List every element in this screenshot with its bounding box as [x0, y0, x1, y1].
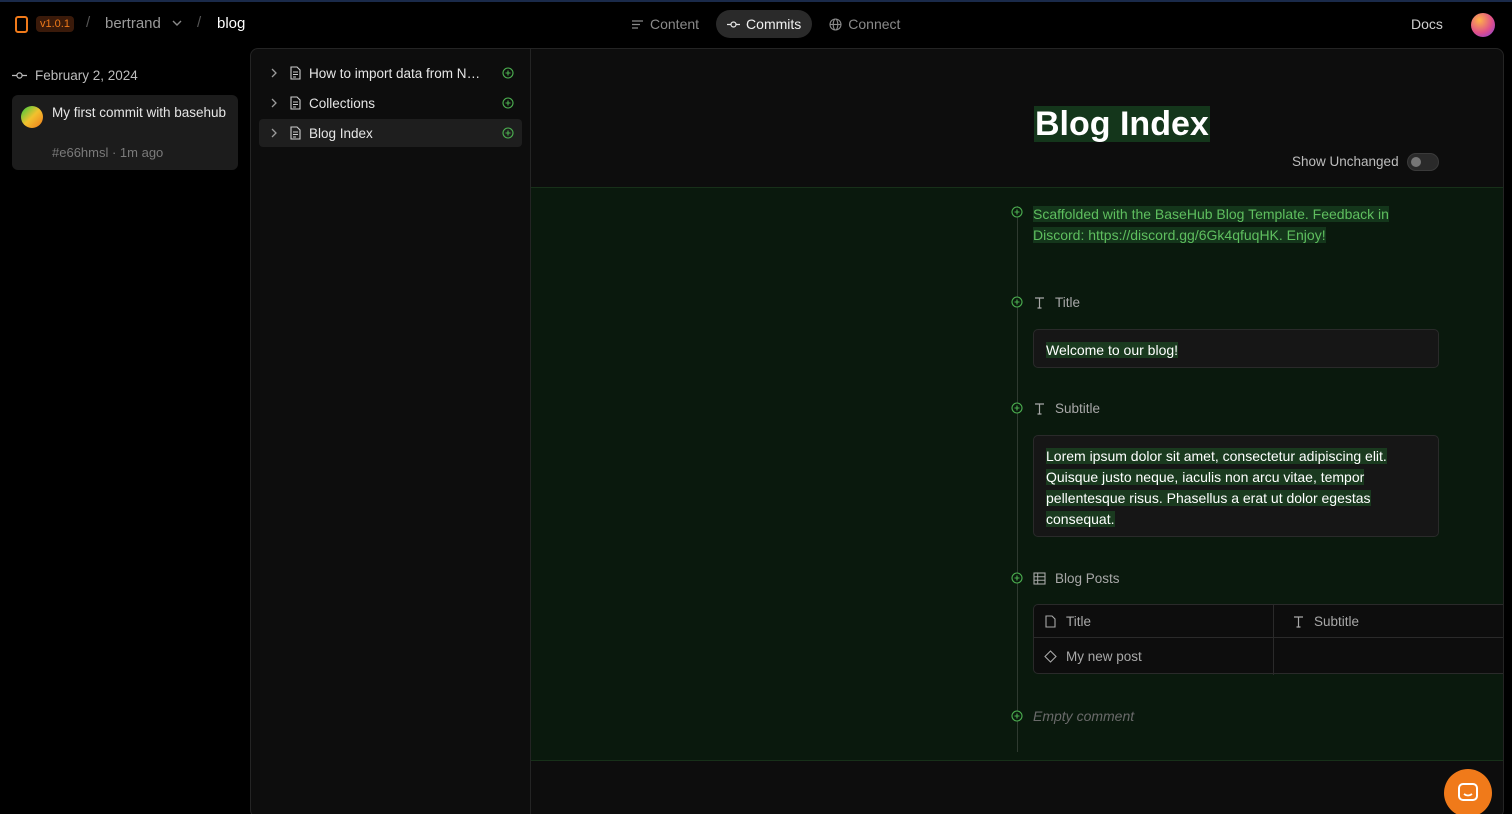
added-icon: [502, 127, 514, 139]
tree-item-collections[interactable]: Collections: [259, 89, 522, 117]
diamond-icon: [1044, 649, 1057, 663]
document-icon: [290, 96, 301, 110]
nav-commits[interactable]: Commits: [716, 10, 813, 38]
empty-comment: Empty comment: [1033, 708, 1135, 724]
nav-content[interactable]: Content: [620, 10, 710, 38]
breadcrumb-separator: /: [86, 14, 91, 31]
docs-link[interactable]: Docs: [1411, 16, 1443, 32]
file-icon: [1045, 615, 1056, 628]
block-tree: How to import data from Notion Collectio…: [251, 49, 531, 814]
added-icon: [1011, 710, 1023, 722]
commit-icon: [12, 72, 27, 79]
block-description: Scaffolded with the BaseHub Blog Templat…: [1033, 206, 1389, 243]
document-icon: [290, 66, 301, 80]
commit-meta: #e66hmsl · 1m ago: [52, 145, 164, 160]
field-posts-label: Blog Posts: [1033, 571, 1120, 586]
show-unchanged-toggle[interactable]: [1407, 153, 1439, 171]
text-type-icon: [1294, 616, 1303, 628]
diff-main: Blog Index Show Unchanged Scaffolded wit…: [531, 49, 1503, 814]
table-icon: [1033, 572, 1046, 585]
added-icon: [1011, 206, 1023, 218]
chevron-down-icon[interactable]: [171, 17, 183, 29]
globe-icon: [829, 17, 842, 31]
chat-icon: [1458, 783, 1478, 801]
breadcrumb-workspace[interactable]: bertrand: [105, 15, 161, 32]
field-title-value: Welcome to our blog!: [1033, 329, 1439, 368]
chevron-right-icon[interactable]: [269, 68, 279, 78]
table-row[interactable]: My new post: [1034, 638, 1142, 674]
added-icon: [1011, 296, 1023, 308]
page-title: Blog Index: [1034, 105, 1210, 143]
tree-item-label: How to import data from Notion: [309, 65, 485, 81]
diff-panel: How to import data from Notion Collectio…: [250, 48, 1504, 814]
chevron-right-icon[interactable]: [269, 128, 279, 138]
commit-author-avatar: [21, 106, 43, 128]
document-icon: [290, 126, 301, 140]
commit-item[interactable]: My first commit with basehub #e66hmsl · …: [12, 95, 238, 170]
blog-posts-table: Title Subtitle My new post: [1033, 604, 1503, 675]
text-type-icon: [1035, 297, 1044, 309]
commit-date-group: February 2, 2024: [12, 68, 138, 83]
tree-item-blog-index[interactable]: Blog Index: [259, 119, 522, 147]
commit-message: My first commit with basehub: [52, 105, 227, 120]
column-header-subtitle[interactable]: Subtitle: [1282, 605, 1359, 638]
main-nav: Content Commits Connect: [620, 10, 911, 38]
user-avatar[interactable]: [1471, 13, 1495, 37]
table-cell-subtitle[interactable]: [1282, 638, 1292, 674]
table-column-divider: [1273, 605, 1274, 675]
show-unchanged-label: Show Unchanged: [1292, 154, 1399, 169]
commit-icon: [727, 20, 741, 28]
added-icon: [502, 97, 514, 109]
text-type-icon: [1035, 403, 1044, 415]
added-content-area: Scaffolded with the BaseHub Blog Templat…: [531, 187, 1503, 761]
breadcrumb-repo[interactable]: blog: [217, 15, 245, 32]
breadcrumb-separator: /: [197, 14, 202, 31]
logo-icon[interactable]: [15, 16, 28, 33]
chevron-right-icon[interactable]: [269, 98, 279, 108]
added-icon: [1011, 402, 1023, 414]
tree-item-label: Blog Index: [309, 125, 373, 141]
added-icon: [1011, 572, 1023, 584]
list-icon: [632, 19, 643, 29]
tree-item-import[interactable]: How to import data from Notion: [259, 59, 522, 87]
chat-support-button[interactable]: [1444, 769, 1492, 814]
column-header-title[interactable]: Title: [1034, 605, 1091, 638]
top-bar: v1.0.1 / bertrand / blog Content Commits…: [0, 2, 1512, 46]
added-icon: [502, 67, 514, 79]
version-badge: v1.0.1: [36, 16, 74, 32]
field-subtitle-value: Lorem ipsum dolor sit amet, consectetur …: [1033, 435, 1439, 537]
diff-rail: [1017, 206, 1018, 752]
field-subtitle-label: Subtitle: [1033, 401, 1100, 416]
field-title-label: Title: [1033, 295, 1080, 310]
tree-item-label: Collections: [309, 95, 376, 111]
nav-connect[interactable]: Connect: [818, 10, 911, 38]
